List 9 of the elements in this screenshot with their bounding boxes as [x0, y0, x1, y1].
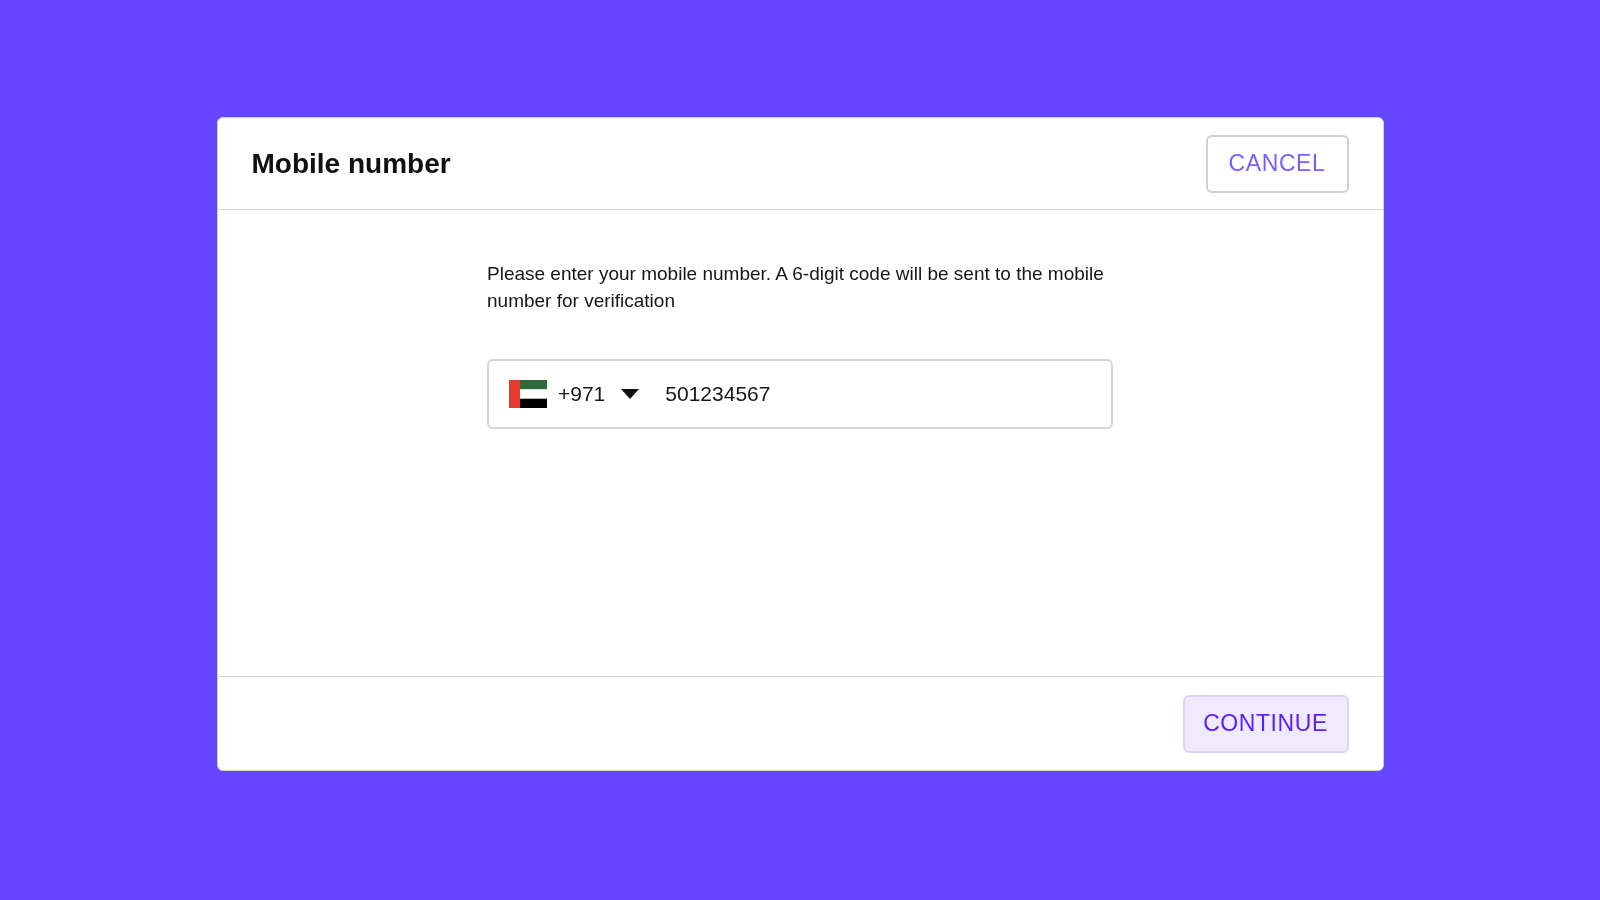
flag-icon	[509, 380, 547, 408]
dial-code[interactable]: +971	[558, 378, 606, 410]
instruction-text: Please enter your mobile number. A 6-digit code will be sent to the mobile number for verification	[487, 262, 1105, 313]
phone-field[interactable]: +971 501234567	[487, 359, 1113, 429]
phone-input[interactable]: 501234567	[665, 378, 1091, 410]
dialog-title: Mobile number	[251, 146, 451, 181]
continue-button[interactable]: CONTINUE	[1182, 694, 1349, 753]
cancel-button[interactable]: CANCEL	[1205, 134, 1349, 193]
caret-icon[interactable]	[621, 389, 640, 399]
